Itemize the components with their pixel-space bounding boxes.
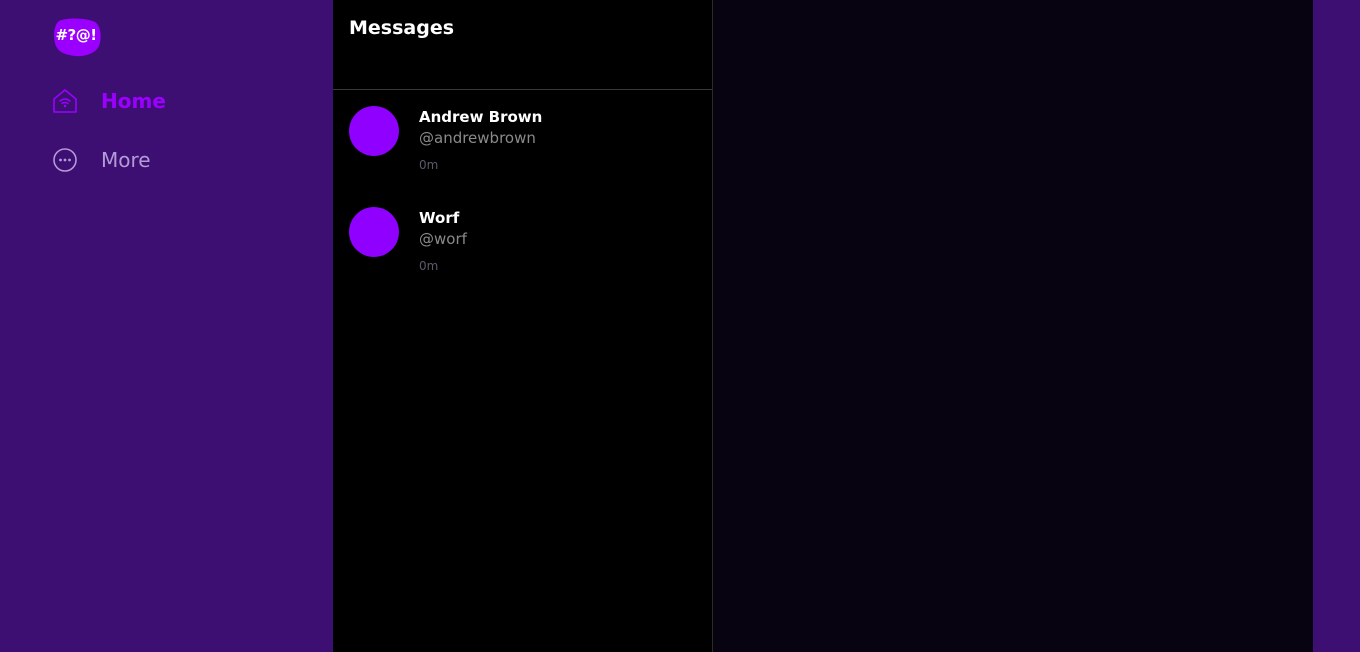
nav-label-home: Home: [101, 89, 166, 113]
home-wifi-icon: [53, 89, 77, 113]
conversation-time: 0m: [419, 259, 439, 273]
nav-label-more: More: [101, 148, 151, 172]
messages-panel: Messages Andrew Brown @andrewbrown 0m Wo…: [333, 0, 713, 652]
avatar: [349, 106, 399, 156]
nav-item-more[interactable]: More: [52, 144, 151, 176]
conversation-item[interactable]: Worf @worf 0m: [333, 191, 712, 292]
conversation-detail-pane: [713, 0, 1313, 652]
app-root: #?@! Home More Messages Andrew Brown @an…: [0, 0, 1360, 652]
logo-text: #?@!: [55, 26, 97, 44]
messages-title: Messages: [349, 17, 455, 39]
nav-item-home[interactable]: Home: [52, 85, 166, 117]
conversation-time: 0m: [419, 158, 439, 172]
conversation-name: Andrew Brown: [419, 108, 543, 126]
conversation-name: Worf: [419, 209, 460, 227]
conversation-item[interactable]: Andrew Brown @andrewbrown 0m: [333, 90, 712, 191]
conversation-handle: @worf: [419, 230, 467, 248]
conversation-handle: @andrewbrown: [419, 129, 536, 147]
avatar: [349, 207, 399, 257]
app-logo[interactable]: #?@!: [53, 18, 101, 57]
messages-header: Messages: [333, 0, 712, 90]
sidebar: #?@! Home More: [0, 0, 333, 652]
more-dots-icon: [53, 148, 77, 172]
